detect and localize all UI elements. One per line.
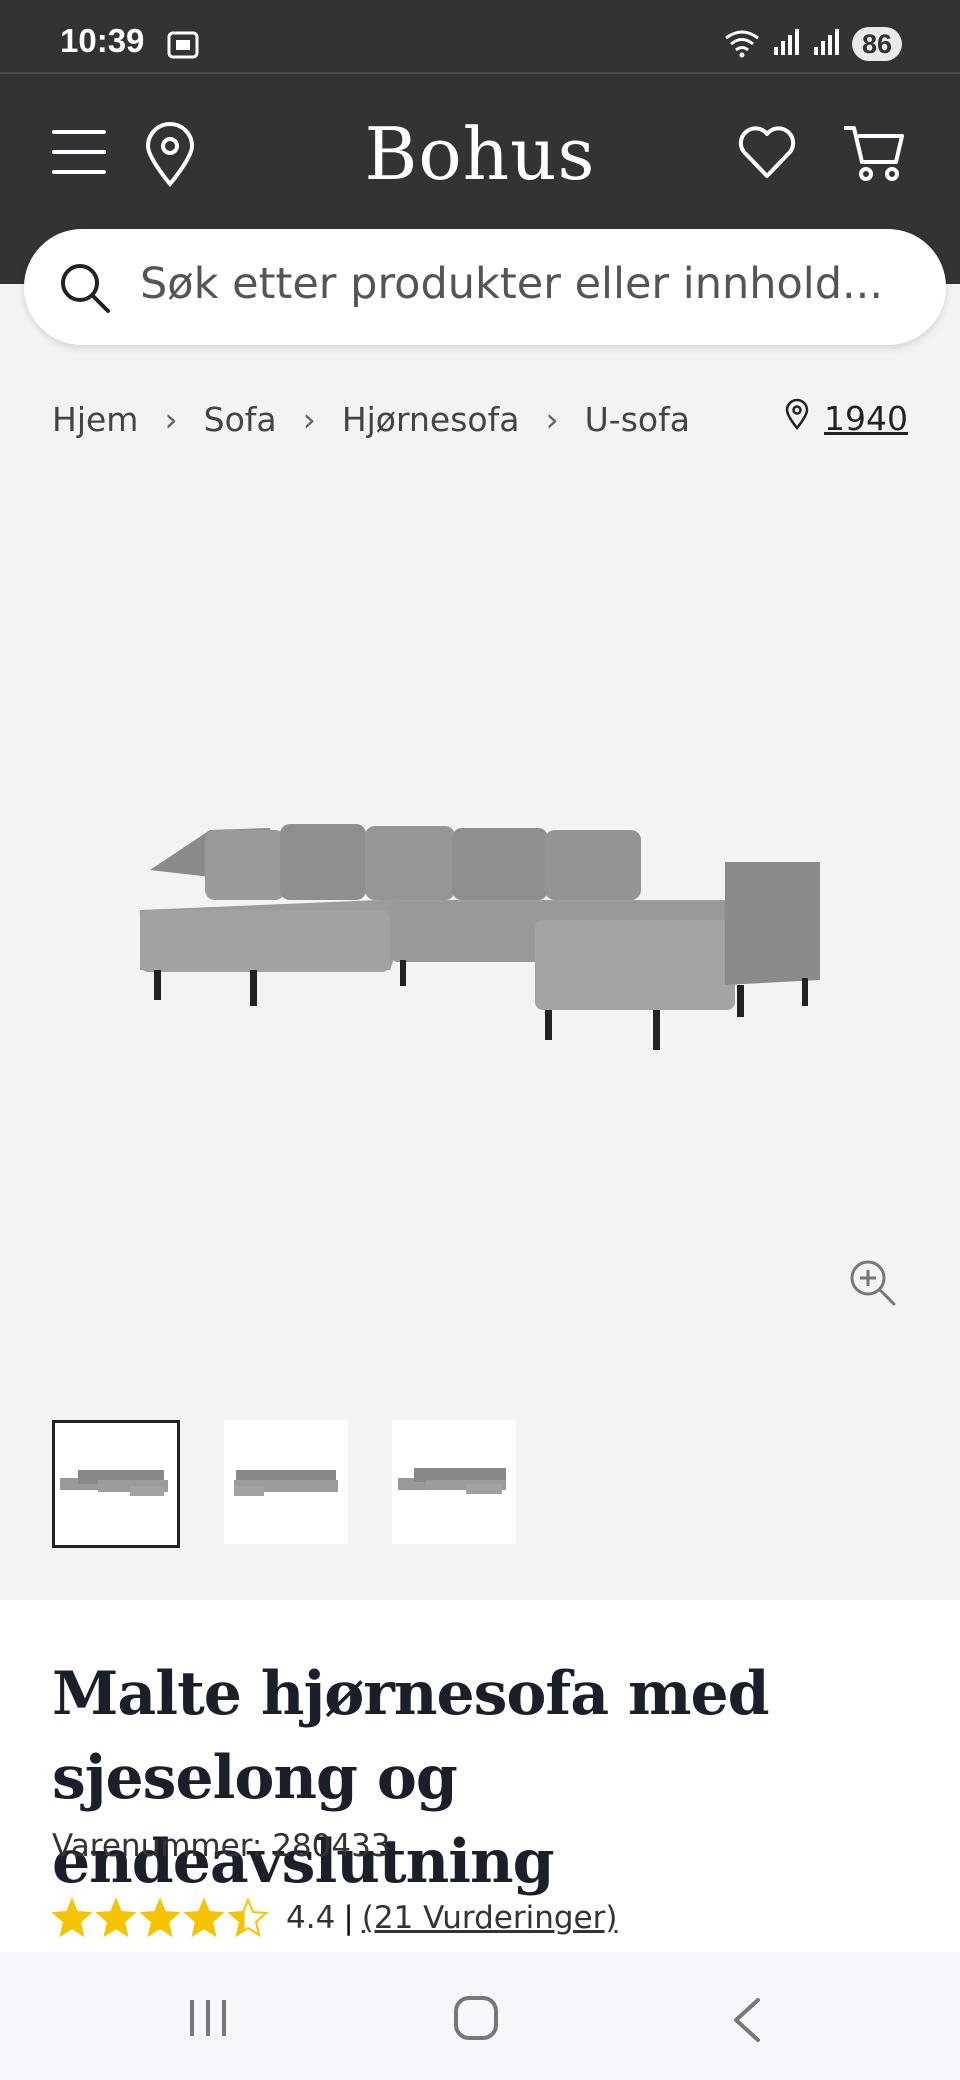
rating-value: 4.4 xyxy=(286,1900,336,1936)
search-icon xyxy=(58,261,112,319)
cart-icon[interactable] xyxy=(842,122,906,188)
rating-stars xyxy=(52,1898,268,1938)
signal-icon xyxy=(772,27,802,61)
thumbnail-strip xyxy=(52,1420,516,1548)
breadcrumb-item-sofa[interactable]: Sofa xyxy=(204,400,277,439)
product-title: Malte hjørnesofa med sjeselong og endeav… xyxy=(52,1659,770,1897)
store-number[interactable]: 1940 xyxy=(824,399,908,438)
back-icon[interactable] xyxy=(728,1996,764,2048)
reviews-link[interactable]: (21 Vurderinger) xyxy=(362,1900,618,1936)
thumbnail-2[interactable] xyxy=(224,1420,348,1544)
chevron-right-icon: › xyxy=(164,400,178,439)
product-rating: 4.4 | (21 Vurderinger) xyxy=(52,1898,617,1938)
status-indicators: 86 xyxy=(722,24,902,64)
wifi-icon xyxy=(722,26,762,62)
status-time: 10:39 xyxy=(60,22,145,59)
breadcrumb-item-hjem[interactable]: Hjem xyxy=(52,400,138,439)
heart-icon[interactable] xyxy=(736,124,798,184)
rating-separator: | xyxy=(343,1900,354,1936)
search-placeholder: Søk etter produkter eller innhold... xyxy=(140,259,884,309)
star-icon xyxy=(184,1898,224,1938)
breadcrumb-item-hjornesofa[interactable]: Hjørnesofa xyxy=(342,400,520,439)
breadcrumb: Hjem › Sofa › Hjørnesofa › U-sofa xyxy=(52,400,690,439)
product-sku: Varenummer: 280433 xyxy=(52,1828,391,1864)
store-selector[interactable]: 1940 xyxy=(784,398,908,438)
battery-indicator: 86 xyxy=(851,27,902,61)
location-pin-icon xyxy=(784,398,810,438)
star-icon xyxy=(96,1898,136,1938)
star-icon xyxy=(52,1898,92,1938)
star-icon xyxy=(140,1898,180,1938)
home-icon[interactable] xyxy=(452,1994,500,2046)
zoom-in-icon[interactable] xyxy=(848,1258,898,1312)
thumbnail-1[interactable] xyxy=(52,1420,180,1548)
system-nav-bar xyxy=(0,1952,960,2080)
signal-icon xyxy=(812,27,842,61)
star-icon xyxy=(228,1898,268,1938)
product-info: Malte hjørnesofa med sjeselong og endeav… xyxy=(0,1600,960,1952)
logo[interactable]: Bohus xyxy=(0,112,960,196)
product-image[interactable] xyxy=(140,810,820,1064)
chevron-right-icon: › xyxy=(302,400,316,439)
thumbnail-3[interactable] xyxy=(392,1420,516,1544)
chevron-right-icon: › xyxy=(545,400,559,439)
screenshot-icon xyxy=(166,30,200,64)
search-input[interactable]: Søk etter produkter eller innhold... xyxy=(24,229,946,345)
status-bar: 10:39 86 xyxy=(0,0,960,72)
breadcrumb-item-u-sofa[interactable]: U-sofa xyxy=(585,400,690,439)
recents-icon[interactable] xyxy=(186,1996,230,2044)
